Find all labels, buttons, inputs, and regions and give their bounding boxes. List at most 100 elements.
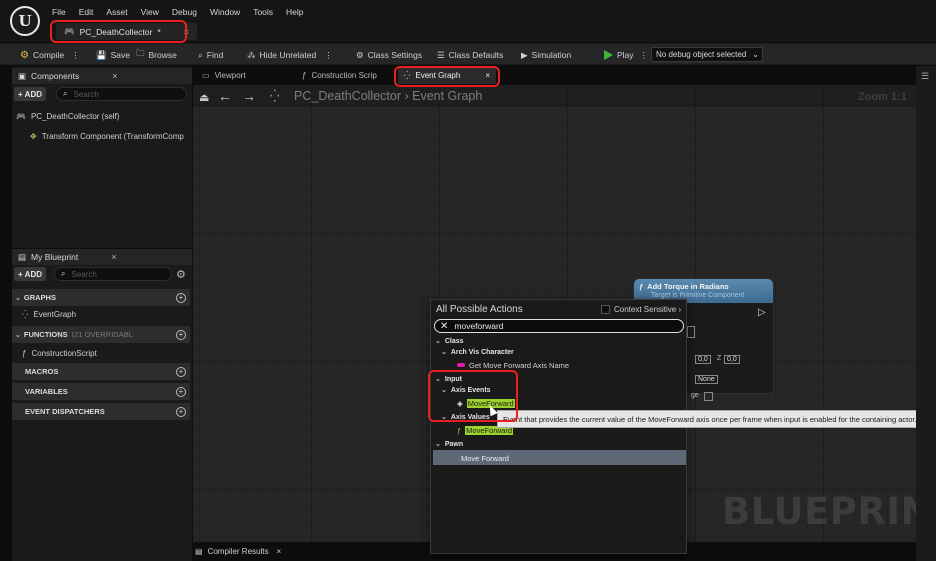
category-label: Axis Values	[450, 413, 490, 421]
close-icon[interactable]: ×	[485, 71, 490, 80]
category-pawn[interactable]: ⌄ Pawn	[435, 438, 463, 450]
details-icon[interactable]: ☰	[921, 71, 929, 82]
component-label: PC_DeathCollector (self)	[30, 111, 120, 121]
menu-window[interactable]: Window	[210, 7, 248, 17]
macros-category[interactable]: MACROS +	[12, 363, 190, 380]
browse-button[interactable]: 🗀 Browse	[136, 48, 177, 62]
compile-icon: ⚙	[20, 49, 29, 61]
close-icon[interactable]: ×	[184, 27, 189, 37]
clear-icon[interactable]: ✕	[440, 321, 448, 332]
details-collapsed-strip: ☰	[916, 66, 936, 561]
add-graph-icon[interactable]: +	[176, 292, 186, 303]
add-function-icon[interactable]: +	[176, 329, 186, 340]
tab-construction-script[interactable]: ƒ Construction Scrip	[296, 67, 383, 84]
chevron-down-icon: ⌄	[441, 387, 447, 394]
more-options-icon[interactable]: ⋮	[71, 50, 80, 61]
category-arch-vis-character[interactable]: ⌄ Arch Vis Character	[441, 346, 514, 358]
class-defaults-button[interactable]: ☰ Class Defaults	[437, 48, 503, 62]
menu-edit[interactable]: Edit	[79, 7, 102, 17]
more-options-icon[interactable]: ⋮	[640, 50, 649, 61]
menu-file[interactable]: File	[52, 7, 74, 17]
function-item-label: ConstructionScript	[31, 348, 97, 358]
component-item-self[interactable]: 🎮 PC_DeathCollector (self)	[16, 109, 119, 123]
add-macro-icon[interactable]: +	[176, 366, 186, 377]
my-blueprint-tab[interactable]: ▤ My Blueprint ×	[12, 249, 192, 265]
compile-label: Compile	[32, 50, 65, 60]
variables-category[interactable]: VARIABLES +	[12, 383, 190, 400]
vector-z-input[interactable]: 0,0	[724, 355, 740, 364]
save-button[interactable]: 💾 Save	[96, 48, 130, 62]
category-axis-events[interactable]: ⌄ Axis Events	[441, 384, 491, 396]
context-sensitive-checkbox[interactable]	[601, 305, 610, 314]
menu-debug[interactable]: Debug	[172, 7, 205, 17]
node-subtitle: Target is Primitive Component	[651, 292, 745, 299]
tab-viewport[interactable]: ▭ Viewport	[196, 67, 252, 84]
close-icon[interactable]: ×	[112, 71, 117, 81]
asset-tab-label: PC_DeathCollector	[79, 26, 153, 37]
graph-item-label: EventGraph	[33, 309, 77, 319]
components-search-input[interactable]: ⌕ Search	[56, 87, 187, 101]
add-variable-icon[interactable]: +	[176, 386, 186, 397]
vector-x-input[interactable]: 0,0	[695, 355, 711, 364]
menu-help[interactable]: Help	[286, 7, 311, 17]
forward-arrow-icon[interactable]: →	[242, 88, 256, 104]
toolbar: ⚙ Compile ⋮ 💾 Save 🗀 Browse ⌕ Find ⁂ Hid…	[0, 43, 936, 65]
action-tooltip: Event that provides the current value of…	[497, 410, 927, 428]
add-blueprint-item-button[interactable]: + ADD	[14, 267, 47, 281]
bone-name-input[interactable]: None	[695, 375, 718, 384]
back-arrow-icon[interactable]: ←	[218, 88, 232, 104]
components-tab[interactable]: ▣ Components ×	[12, 68, 192, 84]
menu-tools[interactable]: Tools	[253, 7, 281, 17]
component-label: Transform Component (TransformComp	[41, 131, 184, 141]
my-blueprint-search-input[interactable]: ⌕ Search	[54, 267, 172, 281]
action-move-forward[interactable]: Move Forward	[461, 452, 509, 464]
play-label: Play	[617, 50, 634, 60]
actions-search-input[interactable]: ✕ moveforward	[434, 319, 684, 333]
checkbox[interactable]	[704, 392, 713, 401]
compile-button[interactable]: ⚙ Compile ⋮	[20, 48, 80, 62]
menu-view[interactable]: View	[141, 7, 167, 17]
add-component-button[interactable]: + ADD	[14, 87, 47, 101]
function-item-constructionscript[interactable]: ƒ ConstructionScript	[22, 346, 97, 360]
debug-object-select[interactable]: No debug object selected ⌄	[651, 47, 763, 62]
more-options-icon[interactable]: ⋮	[324, 50, 333, 61]
viewport-icon: ▭	[202, 71, 210, 80]
pin-icon[interactable]: ⏏	[199, 91, 209, 104]
category-axis-values[interactable]: ⌄ Axis Values	[441, 411, 490, 423]
unreal-logo-icon[interactable]: U	[10, 6, 40, 36]
compiler-results-tab[interactable]: ▤ Compiler Results ×	[195, 544, 281, 559]
close-icon[interactable]: ×	[276, 547, 281, 556]
plus-icon: +	[18, 269, 23, 279]
play-button[interactable]: Play ⋮	[604, 48, 648, 62]
action-get-move-forward-axis-name[interactable]: Get Move Forward Axis Name	[457, 359, 569, 371]
settings-gear-icon[interactable]: ⚙	[176, 268, 186, 281]
zoom-level: Zoom 1:1	[858, 91, 907, 103]
exec-out-pin-icon[interactable]: ▷	[758, 307, 766, 318]
functions-count: (21 OVERRIDABL	[71, 330, 133, 339]
functions-category[interactable]: ⌄ FUNCTIONS (21 OVERRIDABL +	[12, 326, 190, 343]
node-pin-box[interactable]	[687, 326, 695, 338]
breadcrumb: PC_DeathCollector › Event Graph	[294, 89, 482, 103]
variables-label: VARIABLES	[25, 387, 68, 396]
search-icon: ⌕	[61, 269, 66, 278]
node-title-text: Add Torque in Radians	[647, 282, 729, 291]
asset-tab-modified: *	[157, 26, 161, 37]
class-settings-button[interactable]: ⚙ Class Settings	[356, 48, 422, 62]
breadcrumb-blueprint[interactable]: PC_DeathCollector	[294, 89, 401, 103]
component-item-transform[interactable]: ✥ Transform Component (TransformComp	[30, 129, 184, 143]
breadcrumb-graph[interactable]: Event Graph	[412, 89, 482, 103]
graph-icon: ⁛	[270, 89, 280, 103]
graphs-category[interactable]: ⌄ GRAPHS +	[12, 289, 190, 306]
graph-item-eventgraph[interactable]: ⁛ EventGraph	[22, 307, 76, 321]
find-button[interactable]: ⌕ Find	[198, 48, 223, 62]
tab-event-graph[interactable]: ⁛ Event Graph ×	[398, 67, 496, 84]
asset-tab[interactable]: 🎮 PC_DeathCollector * ×	[56, 23, 197, 40]
hide-unrelated-button[interactable]: ⁂ Hide Unrelated ⋮	[247, 48, 333, 62]
simulation-button[interactable]: ▶ Simulation	[521, 48, 571, 62]
event-dispatchers-category[interactable]: EVENT DISPATCHERS +	[12, 403, 190, 420]
menu-asset[interactable]: Asset	[106, 7, 135, 17]
close-icon[interactable]: ×	[111, 252, 116, 262]
add-dispatcher-icon[interactable]: +	[176, 406, 186, 417]
simulation-label: Simulation	[531, 50, 572, 60]
chevron-down-icon: ⌄	[435, 441, 441, 448]
